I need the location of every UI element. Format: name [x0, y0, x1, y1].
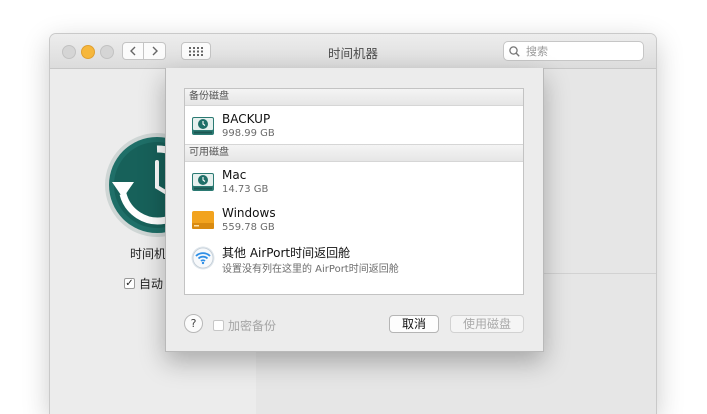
- disk-name: Windows: [222, 206, 276, 220]
- disk-size: 998.99 GB: [222, 128, 275, 139]
- disk-name: Mac: [222, 168, 247, 182]
- section-header-available-disks: 可用磁盘: [185, 144, 523, 162]
- checkbox-checked-icon: ✓: [124, 277, 135, 289]
- auto-backup-checkbox[interactable]: ✓ 自动: [124, 275, 163, 292]
- select-disk-sheet: 备份磁盘 BACKUP 998.99 GB 可用磁盘 Mac 14.73 GB …: [165, 68, 544, 352]
- time-machine-disk-icon: [192, 117, 214, 135]
- disk-description: 设置没有列在这里的 AirPort时间返回舱: [222, 264, 399, 275]
- encrypt-backups-label: 加密备份: [228, 319, 277, 333]
- disk-size: 14.73 GB: [222, 184, 269, 195]
- disk-row-windows[interactable]: Windows 559.78 GB: [185, 200, 523, 238]
- time-machine-label: 时间机: [130, 247, 167, 261]
- airport-wifi-icon: [191, 246, 215, 270]
- disk-row-mac[interactable]: Mac 14.73 GB: [185, 162, 523, 200]
- external-drive-icon: [192, 211, 214, 229]
- checkbox-unchecked-icon: [213, 320, 224, 331]
- section-header-backup-disk: 备份磁盘: [185, 89, 523, 106]
- search-input[interactable]: [524, 43, 638, 59]
- disk-name: 其他 AirPort时间返回舱: [222, 246, 351, 260]
- title-bar: 时间机器: [50, 34, 656, 69]
- auto-backup-label: 自动: [139, 277, 164, 291]
- search-icon: [509, 45, 520, 57]
- disk-size: 559.78 GB: [222, 222, 275, 233]
- disk-list[interactable]: 备份磁盘 BACKUP 998.99 GB 可用磁盘 Mac 14.73 GB …: [184, 88, 524, 295]
- cancel-button[interactable]: 取消: [389, 315, 439, 333]
- disk-row-backup[interactable]: BACKUP 998.99 GB: [185, 106, 523, 144]
- disk-row-other-airport[interactable]: 其他 AirPort时间返回舱 设置没有列在这里的 AirPort时间返回舱: [185, 238, 523, 276]
- search-field[interactable]: [503, 41, 644, 61]
- encrypt-backups-checkbox[interactable]: 加密备份: [213, 317, 276, 334]
- disk-name: BACKUP: [222, 112, 271, 126]
- help-button[interactable]: ?: [184, 314, 203, 333]
- time-machine-disk-icon: [192, 173, 214, 191]
- use-disk-button[interactable]: 使用磁盘: [450, 315, 524, 333]
